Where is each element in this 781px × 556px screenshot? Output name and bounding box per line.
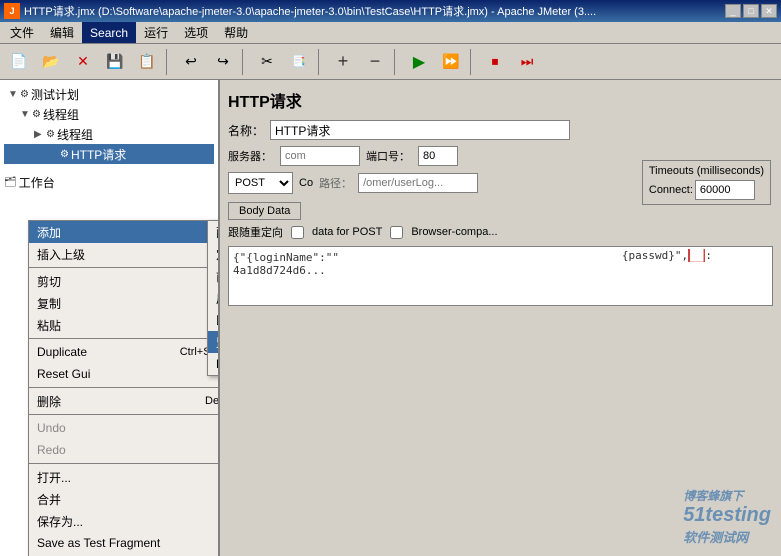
window-title: HTTP请求.jmx (D:\Software\apache-jmeter-3.… [24, 3, 725, 19]
open-button[interactable]: 📂 [36, 48, 66, 76]
port-label: 端口号： [366, 148, 410, 164]
cm-paste[interactable]: 粘贴 Ctrl-V [29, 314, 220, 336]
toolbar-sep-1 [166, 49, 172, 75]
cm-save-fragment[interactable]: Save as Test Fragment [29, 532, 220, 554]
cm-insert-parent[interactable]: 插入上级 ▶ [29, 243, 220, 265]
cm-open[interactable]: 打开... [29, 466, 220, 488]
remove-button[interactable]: − [360, 48, 390, 76]
path-input[interactable] [358, 173, 478, 193]
cm-redo: Redo [29, 439, 220, 461]
redo-button[interactable]: ↪ [208, 48, 238, 76]
body-content-area: {"{loginName":"" 4a1d8d724d6... {passwd}… [228, 246, 773, 306]
copy-button[interactable]: 📑 [284, 48, 314, 76]
start-button[interactable]: ▶ [404, 48, 434, 76]
name-label: 名称： [228, 122, 264, 139]
sm1-config[interactable]: 配置元件 ▶ [208, 221, 220, 243]
cm-reset-gui[interactable]: Reset Gui [29, 363, 220, 385]
cm-delete[interactable]: 删除 Delete [29, 390, 220, 412]
window-controls[interactable]: _ □ ✕ [725, 4, 777, 18]
body-hint-label: 跟随重定向 [228, 224, 283, 240]
watermark-line2: 51testing [683, 504, 771, 527]
cm-sep-4 [29, 414, 220, 415]
connect-label: Connect: [649, 184, 693, 196]
method-select[interactable]: POST GET PUT DELETE [228, 172, 293, 194]
cm-sep-1 [29, 267, 220, 268]
close-button[interactable]: ✕ [68, 48, 98, 76]
timeout-label: Timeouts (milliseconds) [649, 165, 764, 177]
server-input[interactable] [280, 146, 360, 166]
cut-button[interactable]: ✂ [252, 48, 282, 76]
server-label: 服务器： [228, 148, 272, 164]
sm1-post-processor[interactable]: 后置处理器 ▶ [208, 287, 220, 309]
panel-title: HTTP请求 [228, 88, 773, 112]
cm-sep-2 [29, 338, 220, 339]
browser-compat-checkbox[interactable] [390, 226, 403, 239]
app-icon: J [4, 3, 20, 19]
saveas-button[interactable]: 📋 [132, 48, 162, 76]
redirect-checkbox[interactable] [291, 226, 304, 239]
toolbar-sep-5 [470, 49, 476, 75]
right-panel-inner: HTTP请求 名称： Timeouts (milliseconds) Conne… [220, 80, 781, 314]
toolbar: 📄 📂 ✕ 💾 📋 ↩ ↪ ✂ 📑 + − ▶ ⏩ ⏹ ⏭ [0, 44, 781, 80]
right-panel: HTTP请求 名称： Timeouts (milliseconds) Conne… [220, 80, 781, 556]
submenu-add: 配置元件 ▶ 定时器 ▶ 前置处理器 ▶ 后置处理器 ▶ 断言 ▶ [207, 220, 220, 376]
co-label: Co [299, 177, 313, 189]
cm-duplicate[interactable]: Duplicate Ctrl+Shift-C [29, 341, 220, 363]
main-layout: ▼ ⚙ 测试计划 ▼ ⚙ 线程组 ▶ ⚙ 线程组 ⚙ HTTP请求 [0, 80, 781, 556]
watermark: 博客蜂旗下 51testing 软件测试网 [683, 487, 771, 546]
sm1-listener[interactable]: 监听器 ▶ [208, 331, 220, 353]
cm-copy[interactable]: 复制 Ctrl-C [29, 292, 220, 314]
context-menu: 添加 ▶ 插入上级 ▶ 剪切 Ctrl-X 复制 Ctrl-C 粘贴 [28, 220, 220, 556]
menu-edit[interactable]: 编辑 [42, 22, 82, 43]
body-line-2: 4a1d8d724d6... [233, 264, 768, 277]
maximize-button[interactable]: □ [743, 4, 759, 18]
body-data-tab[interactable]: Body Data [228, 202, 301, 220]
close-window-button[interactable]: ✕ [761, 4, 777, 18]
toolbar-sep-2 [242, 49, 248, 75]
minimize-button[interactable]: _ [725, 4, 741, 18]
toolbar-sep-3 [318, 49, 324, 75]
port-input[interactable] [418, 146, 458, 166]
name-input[interactable] [270, 120, 570, 140]
cm-undo: Undo [29, 417, 220, 439]
checkbox-row: 跟随重定向 data for POST Browser-compa... [228, 224, 773, 240]
cm-add[interactable]: 添加 ▶ [29, 221, 220, 243]
menu-run[interactable]: 运行 [136, 22, 176, 43]
sm1-httpclient[interactable]: HttpClient4 [208, 353, 220, 375]
cm-merge[interactable]: 合并 [29, 488, 220, 510]
stop-button[interactable]: ⏹ [480, 48, 510, 76]
watermark-line1: 博客蜂旗下 [683, 487, 771, 504]
cm-save-as[interactable]: 保存为... [29, 510, 220, 532]
watermark-line3: 软件测试网 [683, 527, 771, 546]
toolbar-sep-4 [394, 49, 400, 75]
cm-sep-3 [29, 387, 220, 388]
menu-help[interactable]: 帮助 [216, 22, 256, 43]
menu-search[interactable]: Search [82, 22, 136, 43]
path-label: 路径： [319, 175, 352, 191]
title-bar: J HTTP请求.jmx (D:\Software\apache-jmeter-… [0, 0, 781, 22]
menu-options[interactable]: 选项 [176, 22, 216, 43]
name-row: 名称： [228, 120, 773, 140]
post-hint-label: data for POST [312, 226, 382, 238]
undo-button[interactable]: ↩ [176, 48, 206, 76]
left-panel: ▼ ⚙ 测试计划 ▼ ⚙ 线程组 ▶ ⚙ 线程组 ⚙ HTTP请求 [0, 80, 220, 556]
save-button[interactable]: 💾 [100, 48, 130, 76]
menu-file[interactable]: 文件 [2, 22, 42, 43]
timeout-box: Timeouts (milliseconds) Connect: [642, 160, 771, 205]
add-button[interactable]: + [328, 48, 358, 76]
startno-button[interactable]: ⏩ [436, 48, 466, 76]
browser-compat-label: Browser-compa... [411, 226, 497, 238]
cm-cut[interactable]: 剪切 Ctrl-X [29, 270, 220, 292]
passwd-hint: {passwd}",██: [622, 249, 712, 262]
context-menu-overlay: 添加 ▶ 插入上级 ▶ 剪切 Ctrl-X 复制 Ctrl-C 粘贴 [0, 80, 218, 556]
cm-sep-5 [29, 463, 220, 464]
sm1-assertion[interactable]: 断言 ▶ [208, 309, 220, 331]
sm1-pre-processor[interactable]: 前置处理器 ▶ [208, 265, 220, 287]
new-button[interactable]: 📄 [4, 48, 34, 76]
connect-input[interactable] [695, 180, 755, 200]
menu-bar: 文件 编辑 Search 运行 选项 帮助 [0, 22, 781, 44]
shutdown-button[interactable]: ⏭ [512, 48, 542, 76]
sm1-timer[interactable]: 定时器 ▶ [208, 243, 220, 265]
